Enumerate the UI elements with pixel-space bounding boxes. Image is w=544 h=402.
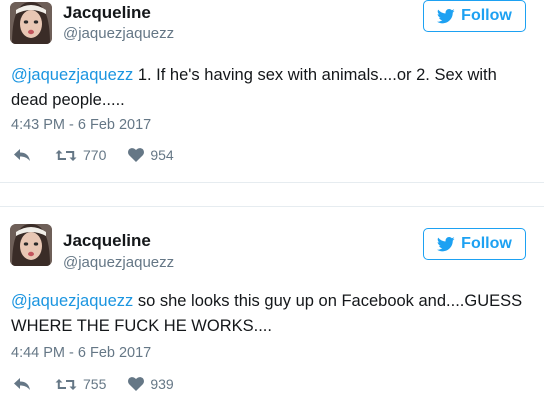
reply-button[interactable] xyxy=(13,148,31,162)
tweet-card: Jacqueline @jaquezjaquezz Follow @jaquez… xyxy=(0,207,544,402)
retweet-icon xyxy=(55,149,77,161)
reply-icon xyxy=(14,149,30,161)
like-count: 954 xyxy=(150,147,174,163)
author-name[interactable]: Jacqueline xyxy=(63,231,151,251)
mention-link[interactable]: @jaquezjaquezz xyxy=(11,292,133,310)
timestamp[interactable]: 4:44 PM - 6 Feb 2017 xyxy=(11,344,151,362)
tweet-actions: 755 939 xyxy=(13,375,174,393)
retweet-icon xyxy=(55,378,77,390)
retweet-button[interactable]: 770 xyxy=(55,147,106,163)
bird-icon xyxy=(437,236,455,251)
avatar[interactable] xyxy=(10,224,52,266)
follow-button[interactable]: Follow xyxy=(423,228,526,260)
author-handle[interactable]: @jaquezjaquezz xyxy=(63,25,174,43)
tweet-actions: 770 954 xyxy=(13,146,174,164)
avatar[interactable] xyxy=(10,2,52,44)
avatar-image xyxy=(10,224,52,266)
bird-icon xyxy=(437,8,455,23)
heart-icon xyxy=(128,148,145,162)
follow-label: Follow xyxy=(461,235,512,252)
tweet-text: @jaquezjaquezz 1. If he's having sex wit… xyxy=(11,63,536,113)
like-button[interactable]: 939 xyxy=(128,376,174,392)
timestamp[interactable]: 4:43 PM - 6 Feb 2017 xyxy=(11,116,151,134)
author-handle[interactable]: @jaquezjaquezz xyxy=(63,254,174,272)
tweet-card: Jacqueline @jaquezjaquezz Follow @jaquez… xyxy=(0,0,544,182)
author-name[interactable]: Jacqueline xyxy=(63,3,151,23)
heart-icon xyxy=(128,377,145,391)
mention-link[interactable]: @jaquezjaquezz xyxy=(11,66,133,84)
follow-label: Follow xyxy=(461,7,512,24)
divider xyxy=(0,182,544,183)
retweet-button[interactable]: 755 xyxy=(55,376,106,392)
retweet-count: 770 xyxy=(83,147,107,163)
avatar-image xyxy=(10,2,52,44)
like-count: 939 xyxy=(150,376,174,392)
follow-button[interactable]: Follow xyxy=(423,0,526,32)
like-button[interactable]: 954 xyxy=(128,147,174,163)
retweet-count: 755 xyxy=(83,376,107,392)
reply-icon xyxy=(14,378,30,390)
reply-button[interactable] xyxy=(13,377,31,391)
tweet-text: @jaquezjaquezz so she looks this guy up … xyxy=(11,289,536,339)
